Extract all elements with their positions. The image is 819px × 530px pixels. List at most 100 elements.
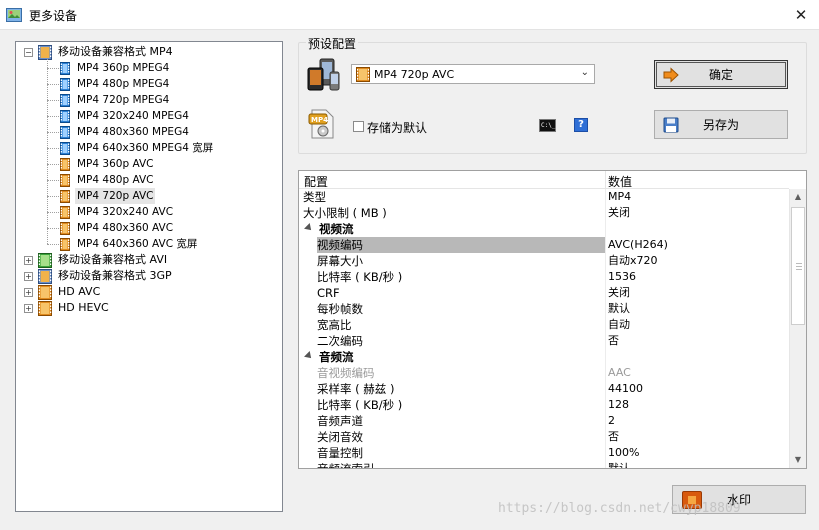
tree-item-label: MP4 720p AVC bbox=[75, 188, 156, 204]
grid-property-name: 二次编码 bbox=[317, 334, 363, 348]
grid-property-row[interactable]: 类型 MP4 bbox=[299, 189, 789, 205]
grid-property-value[interactable]: 1536 bbox=[608, 269, 636, 285]
tree-item-group[interactable]: 移动设备兼容格式 3GP bbox=[38, 268, 174, 284]
grid-property-value[interactable]: 关闭 bbox=[608, 285, 630, 301]
film-orange-icon bbox=[60, 237, 70, 251]
grid-property-value[interactable]: 自动x720 bbox=[608, 253, 658, 269]
save-default-checkbox[interactable] bbox=[353, 121, 364, 132]
devices-icon bbox=[307, 58, 340, 91]
grid-body: 类型 MP4 大小限制 ( MB ) 关闭 视频流 视频编码 AVC(H264) 屏幕大小 自动… bbox=[299, 189, 789, 468]
grid-property-value[interactable]: MP4 bbox=[608, 189, 631, 205]
grid-property-row[interactable]: 音视频编码 AAC bbox=[299, 365, 789, 381]
grid-property-row[interactable]: CRF 关闭 bbox=[299, 285, 789, 301]
grid-property-value[interactable]: 128 bbox=[608, 397, 629, 413]
tree-item-preset[interactable]: MP4 640x360 MPEG4 宽屏 bbox=[60, 140, 215, 156]
save-as-button[interactable]: 另存为 bbox=[654, 110, 788, 139]
grid-property-row[interactable]: 宽高比 自动 bbox=[299, 317, 789, 333]
tree-item-label: MP4 480p AVC bbox=[77, 174, 154, 186]
command-icon[interactable]: C:\_ bbox=[539, 119, 556, 132]
film-blue-icon bbox=[60, 61, 70, 75]
expand-plus-icon[interactable]: + bbox=[24, 256, 33, 265]
tree-item-preset[interactable]: MP4 480x360 MPEG4 bbox=[60, 124, 191, 140]
film-orange-icon bbox=[38, 284, 52, 300]
help-icon[interactable]: ? bbox=[574, 118, 588, 132]
save-default-label[interactable]: 存储为默认 bbox=[367, 119, 427, 136]
property-grid[interactable]: 配置 数值 类型 MP4 大小限制 ( MB ) 关闭 视频流 视频编码 AVC(H264)… bbox=[298, 170, 807, 469]
tree-item-preset[interactable]: MP4 640x360 AVC 宽屏 bbox=[60, 236, 199, 252]
window-title: 更多设备 bbox=[29, 9, 78, 23]
close-icon[interactable]: ✕ bbox=[795, 6, 808, 24]
grid-property-row[interactable]: 大小限制 ( MB ) 关闭 bbox=[299, 205, 789, 221]
collapse-triangle-icon[interactable] bbox=[304, 223, 314, 233]
tree-item-preset[interactable]: MP4 720p MPEG4 bbox=[60, 92, 171, 108]
grid-property-value[interactable]: 44100 bbox=[608, 381, 643, 397]
grid-property-row[interactable]: 关闭音效 否 bbox=[299, 429, 789, 445]
grid-property-name: 每秒帧数 bbox=[317, 302, 363, 316]
scroll-thumb[interactable] bbox=[791, 207, 805, 325]
collapse-triangle-icon[interactable] bbox=[304, 351, 314, 361]
grid-property-value[interactable]: 默认 bbox=[608, 461, 630, 468]
grid-property-name: 屏幕大小 bbox=[317, 254, 363, 268]
device-tree[interactable]: − 移动设备兼容格式 MP4 MP4 360p MPEG4 MP4 480p M… bbox=[15, 41, 283, 512]
film-orange-icon bbox=[60, 189, 70, 203]
grid-property-value[interactable]: 100% bbox=[608, 445, 639, 461]
grid-property-row[interactable]: 二次编码 否 bbox=[299, 333, 789, 349]
grid-property-value[interactable]: 否 bbox=[608, 333, 619, 349]
grid-property-value[interactable]: 关闭 bbox=[608, 205, 630, 221]
grid-property-row[interactable]: 比特率 ( KB/秒 ) 128 bbox=[299, 397, 789, 413]
expand-plus-icon[interactable]: + bbox=[24, 272, 33, 281]
film-orange-icon bbox=[356, 66, 370, 82]
tree-item-preset[interactable]: MP4 360p AVC bbox=[60, 156, 155, 172]
tree-item-root[interactable]: 移动设备兼容格式 MP4 bbox=[38, 44, 175, 60]
tree-item-preset[interactable]: MP4 480x360 AVC bbox=[60, 220, 175, 236]
tree-item-label: MP4 640x360 MPEG4 宽屏 bbox=[77, 142, 214, 154]
grid-category-row[interactable]: 音频流 bbox=[299, 349, 789, 365]
preset-group-title: 预设配置 bbox=[306, 35, 359, 52]
grid-property-value[interactable]: 自动 bbox=[608, 317, 630, 333]
save-as-button-label: 另存为 bbox=[702, 118, 739, 132]
tree-item-label: MP4 360p MPEG4 bbox=[77, 62, 170, 74]
tree-item-label: HD AVC bbox=[58, 285, 101, 298]
grid-property-value[interactable]: AVC(H264) bbox=[608, 237, 668, 253]
mp4-file-icon: MP4 bbox=[308, 109, 334, 139]
grid-property-value[interactable]: AAC bbox=[608, 365, 631, 381]
tree-item-preset[interactable]: MP4 320x240 MPEG4 bbox=[60, 108, 191, 124]
grid-category-row[interactable]: 视频流 bbox=[299, 221, 789, 237]
scroll-down-arrow-icon[interactable]: ▼ bbox=[790, 452, 806, 468]
grid-property-row[interactable]: 屏幕大小 自动x720 bbox=[299, 253, 789, 269]
tree-item-group[interactable]: 移动设备兼容格式 AVI bbox=[38, 252, 169, 268]
tree-item-preset[interactable]: MP4 480p MPEG4 bbox=[60, 76, 171, 92]
tree-item-preset[interactable]: MP4 480p AVC bbox=[60, 172, 155, 188]
tree-item-preset[interactable]: MP4 720p AVC bbox=[60, 188, 156, 204]
close-button[interactable]: ✕ bbox=[783, 0, 819, 30]
tree-item-preset[interactable]: MP4 360p MPEG4 bbox=[60, 60, 171, 76]
preset-select[interactable]: MP4 720p AVC ⌄ bbox=[351, 64, 595, 84]
tree-item-group[interactable]: HD HEVC bbox=[38, 300, 111, 316]
grid-property-row[interactable]: 音频声道 2 bbox=[299, 413, 789, 429]
grid-property-name: 音频流 bbox=[319, 350, 354, 364]
grid-header-value: 数值 bbox=[608, 175, 633, 189]
confirm-button[interactable]: 确定 bbox=[654, 60, 788, 89]
grid-property-row[interactable]: 采样率 ( 赫兹 ) 44100 bbox=[299, 381, 789, 397]
tree-item-label: MP4 720p MPEG4 bbox=[77, 94, 170, 106]
scroll-up-arrow-icon[interactable]: ▲ bbox=[790, 189, 806, 205]
grid-property-value[interactable]: 默认 bbox=[608, 301, 630, 317]
film-multi-icon bbox=[38, 44, 52, 60]
tree-item-label: MP4 640x360 AVC 宽屏 bbox=[77, 238, 198, 250]
tree-item-label: 移动设备兼容格式 MP4 bbox=[58, 45, 173, 58]
grid-property-row[interactable]: 视频编码 AVC(H264) bbox=[299, 237, 789, 253]
grid-property-value[interactable]: 否 bbox=[608, 429, 619, 445]
collapse-minus-icon[interactable]: − bbox=[24, 48, 33, 57]
expand-plus-icon[interactable]: + bbox=[24, 304, 33, 313]
grid-property-row[interactable]: 音量控制 100% bbox=[299, 445, 789, 461]
expand-plus-icon[interactable]: + bbox=[24, 288, 33, 297]
grid-property-row[interactable]: 音频流索引 默认 bbox=[299, 461, 789, 468]
grid-property-value[interactable]: 2 bbox=[608, 413, 615, 429]
tree-item-group[interactable]: HD AVC bbox=[38, 284, 102, 300]
grid-property-row[interactable]: 每秒帧数 默认 bbox=[299, 301, 789, 317]
grid-scrollbar[interactable]: ▲ ▼ bbox=[789, 189, 806, 468]
grid-property-row[interactable]: 比特率 ( KB/秒 ) 1536 bbox=[299, 269, 789, 285]
tree-item-label: 移动设备兼容格式 3GP bbox=[58, 269, 172, 282]
grid-property-name: 大小限制 ( MB ) bbox=[303, 206, 387, 220]
tree-item-preset[interactable]: MP4 320x240 AVC bbox=[60, 204, 175, 220]
